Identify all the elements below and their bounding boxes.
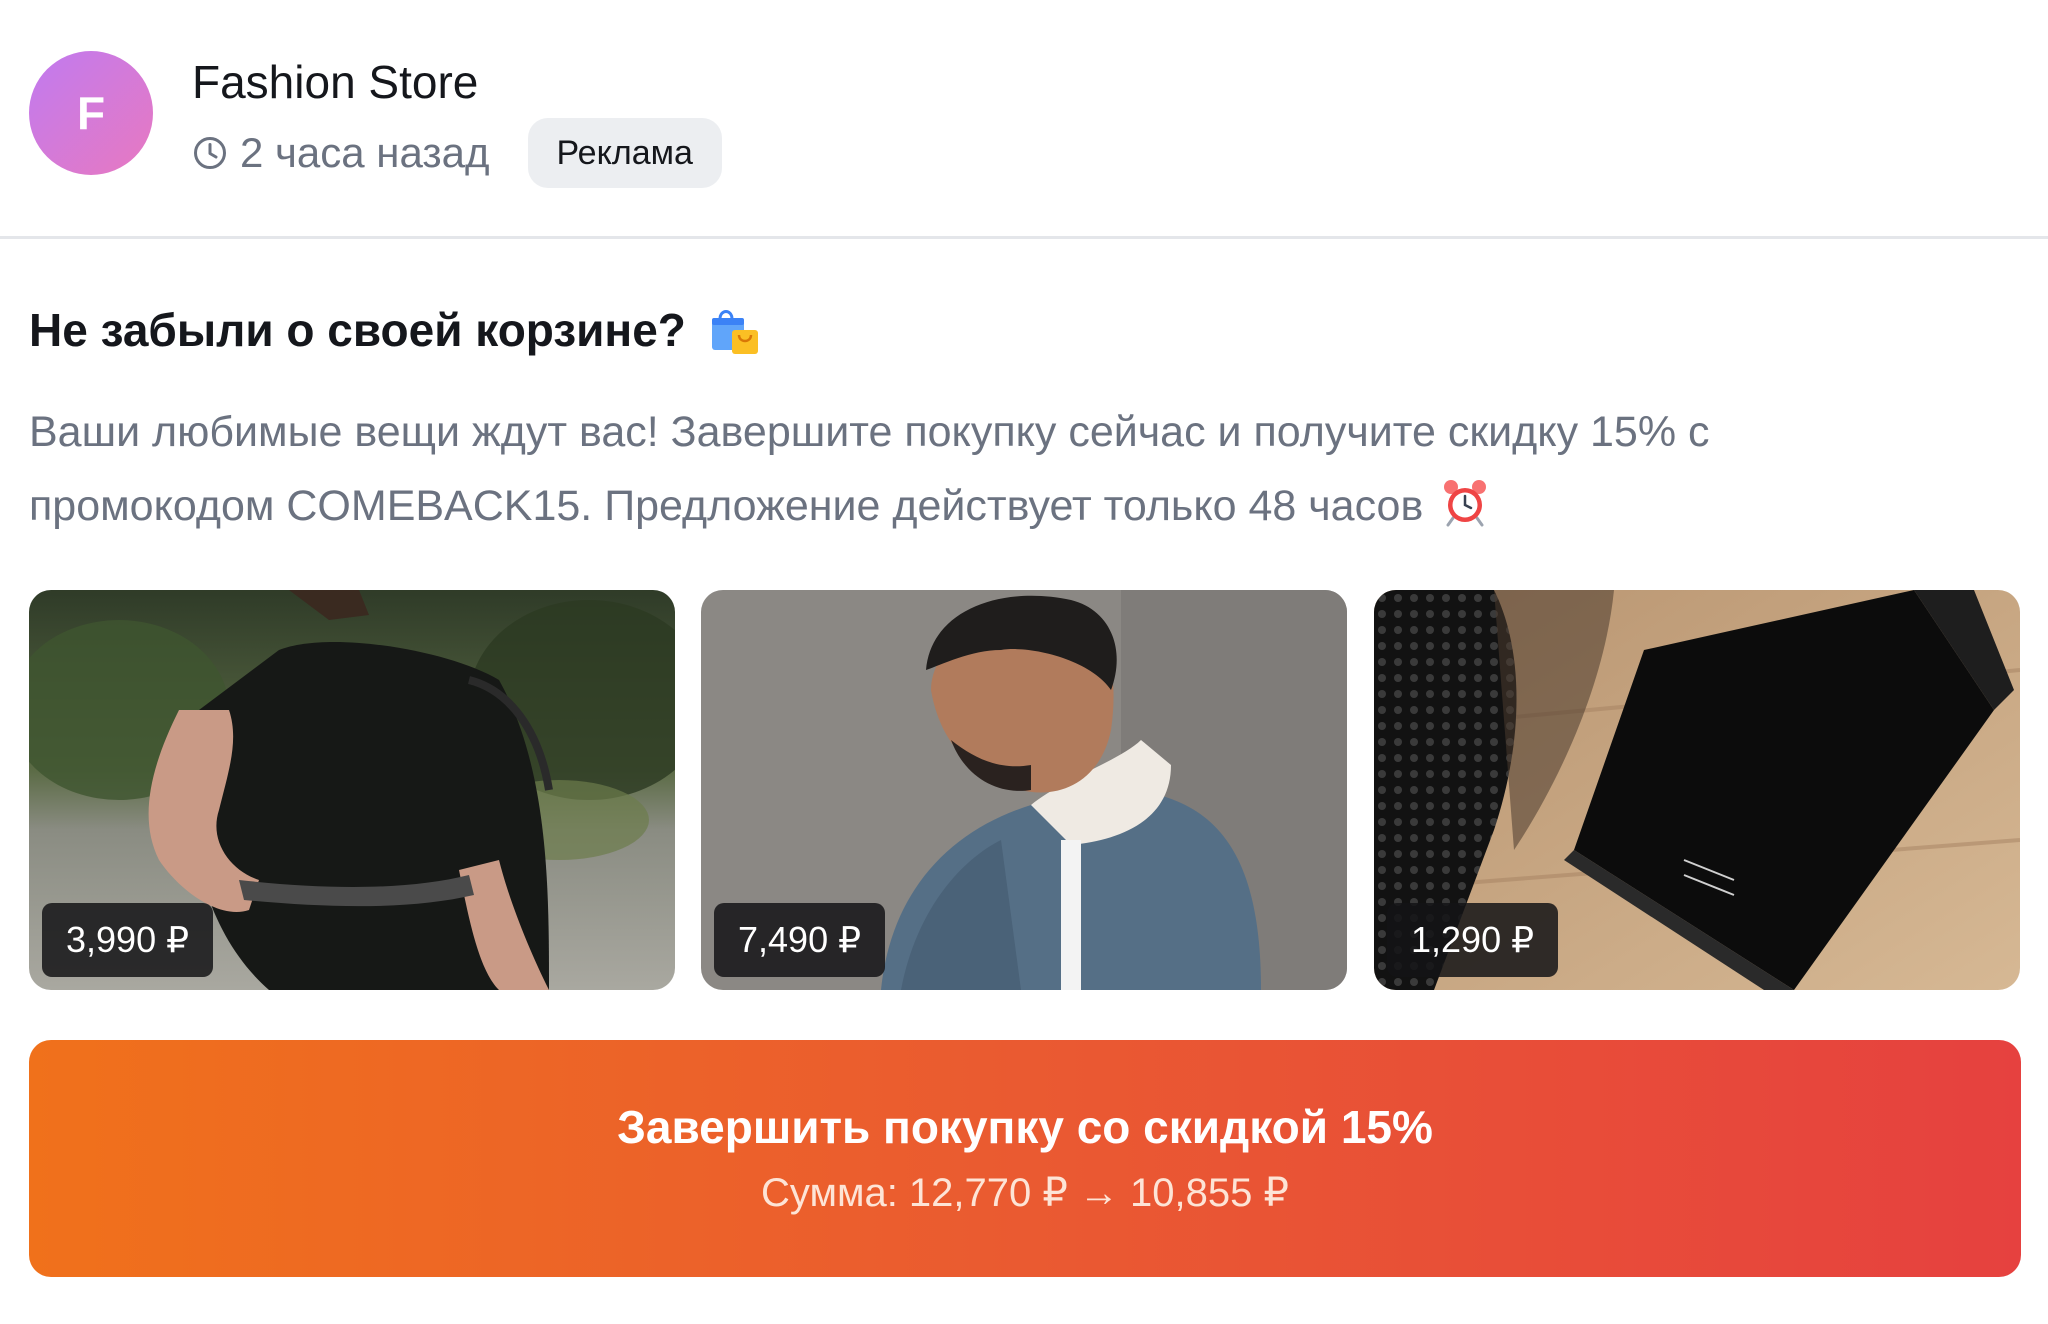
avatar-letter: F <box>76 87 106 139</box>
shopping-bags-icon <box>711 310 758 354</box>
ad-post-card: F Fashion Store 2 часа назад Реклама Не … <box>0 0 2048 1324</box>
alarm-clock-icon <box>1444 480 1487 527</box>
headline-text: Не забыли о своей корзине? <box>29 304 686 356</box>
product-card[interactable]: 7,490 ₽ <box>701 590 1347 990</box>
store-avatar[interactable]: F <box>29 51 153 175</box>
product-price: 1,290 ₽ <box>1387 903 1558 977</box>
post-headline: Не забыли о своей корзине? <box>29 298 762 362</box>
header-divider <box>0 236 2048 239</box>
post-time: 2 часа назад <box>240 129 490 176</box>
cta-total: Сумма: 12,770 ₽ → 10,855 ₽ <box>761 1170 1289 1215</box>
description-line-1: Ваши любимые вещи ждут вас! Завершите по… <box>29 408 1710 456</box>
ad-badge: Реклама <box>527 118 722 188</box>
product-price: 7,490 ₽ <box>714 903 885 977</box>
description-line-2-text: промокодом COMEBACK15. Предложение дейст… <box>29 482 1424 530</box>
store-name[interactable]: Fashion Store <box>192 52 478 112</box>
clock-icon <box>194 137 226 169</box>
cta-title: Завершить покупку со скидкой 15% <box>617 1100 1433 1153</box>
post-meta: 2 часа назад Реклама <box>192 118 722 188</box>
post-description: Ваши любимые вещи ждут вас! Завершите по… <box>29 395 2019 543</box>
product-price: 3,990 ₽ <box>42 903 213 977</box>
product-card[interactable]: 1,290 ₽ <box>1374 590 2020 990</box>
product-card[interactable]: 3,990 ₽ <box>29 590 675 990</box>
post-header: F Fashion Store 2 часа назад Реклама <box>0 0 2048 238</box>
complete-purchase-button[interactable]: Завершить покупку со скидкой 15% Сумма: … <box>29 1040 2021 1277</box>
description-line-2: промокодом COMEBACK15. Предложение дейст… <box>29 469 2019 543</box>
